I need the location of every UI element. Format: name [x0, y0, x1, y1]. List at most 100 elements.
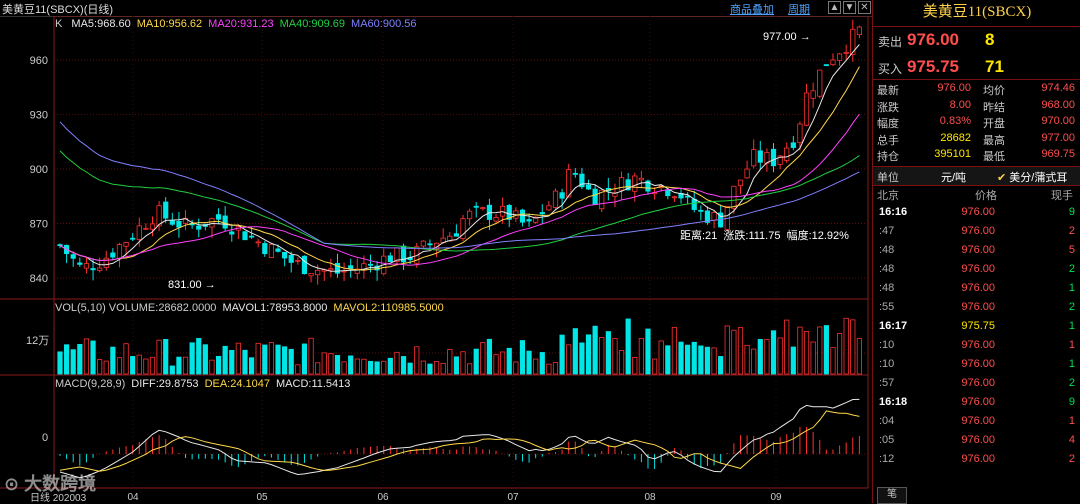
volume-bar [202, 344, 208, 375]
volume-bar [731, 329, 737, 375]
candle-body [255, 241, 261, 244]
volume-bar [334, 355, 341, 375]
candle-body [136, 225, 142, 240]
volume-bar [275, 344, 281, 375]
volume-bar [348, 355, 354, 375]
volume-bar [315, 362, 321, 375]
volume-bar [83, 338, 90, 375]
trade-row: :12 976.00 2 [879, 453, 1075, 465]
volume-bar [493, 354, 499, 375]
volume-bar [103, 360, 109, 375]
stat-row: 涨跌 8.00 昨结 968.00 [877, 98, 1075, 114]
volume-bar [90, 340, 96, 375]
candle-body [348, 265, 354, 270]
volume-bar [579, 342, 585, 375]
volume-bar [823, 325, 829, 375]
candle-body [467, 210, 473, 220]
candle-body [751, 149, 757, 167]
tab-tick[interactable]: 笔 [877, 487, 907, 504]
volume-bar [354, 358, 360, 375]
volume-bar [704, 346, 711, 375]
volume-legend: VOL(5,10) VOLUME:28682.0000 MAVOL1:78953.… [55, 302, 444, 314]
candle-body [130, 237, 136, 240]
volume-bar [77, 344, 83, 375]
candle-body [836, 53, 843, 61]
candle-body [248, 235, 255, 238]
volume-bar [559, 334, 565, 375]
period-link[interactable]: 周期 [788, 1, 810, 17]
volume-bar [268, 342, 275, 375]
candle-body [552, 190, 559, 208]
stat-row: 总手 28682 最高 977.00 [877, 131, 1075, 147]
x-tick-label: 06 [377, 492, 389, 503]
candle-body [572, 172, 578, 175]
close-icon[interactable]: ✕ [858, 1, 871, 14]
volume-bar [328, 353, 334, 375]
down-arrow-icon[interactable]: ▼ [843, 1, 856, 14]
candle-body [770, 148, 777, 167]
volume-bar [777, 337, 783, 375]
indicator-label: K [55, 18, 63, 30]
candle-body [420, 240, 426, 247]
candle-body [103, 257, 109, 268]
volume-bar [308, 337, 314, 375]
volume-bar [718, 356, 724, 375]
candle-body [803, 92, 810, 126]
candle-body [222, 215, 228, 229]
volume-bar [757, 339, 763, 375]
volume-bar [526, 350, 532, 375]
volume-bar [394, 351, 400, 375]
volume-bar [97, 359, 103, 375]
volume-bar [658, 340, 664, 375]
volume-bar [64, 344, 70, 375]
bid-row[interactable]: 买入 975.75 71 [873, 55, 1080, 80]
volume-bar [566, 344, 572, 375]
range-info: 距离:21 涨跌:111.75 幅度:12.92% [680, 230, 849, 242]
candle-body [737, 179, 744, 187]
candle-body [169, 220, 175, 225]
ask-row[interactable]: 卖出 976.00 8 [873, 28, 1080, 52]
candle-body [215, 214, 222, 220]
candle-body [665, 189, 671, 197]
candlestick-chart[interactable]: 840 870 900 930 960 04 05 06 07 08 09 [0, 16, 872, 503]
volume-bar [381, 360, 387, 375]
y-tick-label: 840 [30, 273, 48, 285]
volume-bar [229, 349, 235, 375]
volume-bar [123, 343, 129, 375]
candle-body [671, 196, 678, 199]
trade-row: :05 976.00 4 [879, 434, 1075, 446]
candle-body [77, 262, 83, 265]
volume-bar [797, 326, 803, 375]
candle-body [301, 255, 308, 275]
up-arrow-icon[interactable]: ▲ [828, 1, 841, 14]
candle-body [268, 243, 275, 259]
volume-bar [182, 356, 189, 375]
trade-row: :48 976.00 2 [879, 263, 1075, 275]
volume-bar [678, 341, 684, 375]
unit-checkbox[interactable]: ✔ 美分/蒲式耳 [997, 169, 1067, 185]
candle-body [797, 123, 803, 144]
volume-bar [572, 328, 578, 375]
volume-bar [632, 357, 638, 375]
volume-bar [110, 346, 116, 375]
volume-bar [810, 341, 816, 375]
volume-bar [671, 326, 678, 375]
x-tick-label: 07 [507, 492, 519, 503]
volume-bar [255, 342, 261, 375]
trade-row: :47 976.00 2 [879, 225, 1075, 237]
candle-body [229, 231, 235, 235]
volume-bar [850, 319, 856, 375]
ma-legend-2: MA20:931.23 [208, 18, 274, 30]
candle-body [83, 263, 90, 269]
candle-body [784, 147, 790, 161]
candle-body [757, 150, 763, 163]
candle-body [566, 169, 572, 198]
volume-bar [414, 346, 420, 375]
candle-body [308, 272, 314, 277]
volume-bar [764, 338, 770, 375]
volume-bar [612, 338, 618, 375]
x-tick-label: 08 [644, 492, 656, 503]
macd-axis-label: 0 [42, 432, 49, 444]
candle-body [823, 64, 829, 67]
product-overlay-link[interactable]: 商品叠加 [730, 1, 774, 17]
